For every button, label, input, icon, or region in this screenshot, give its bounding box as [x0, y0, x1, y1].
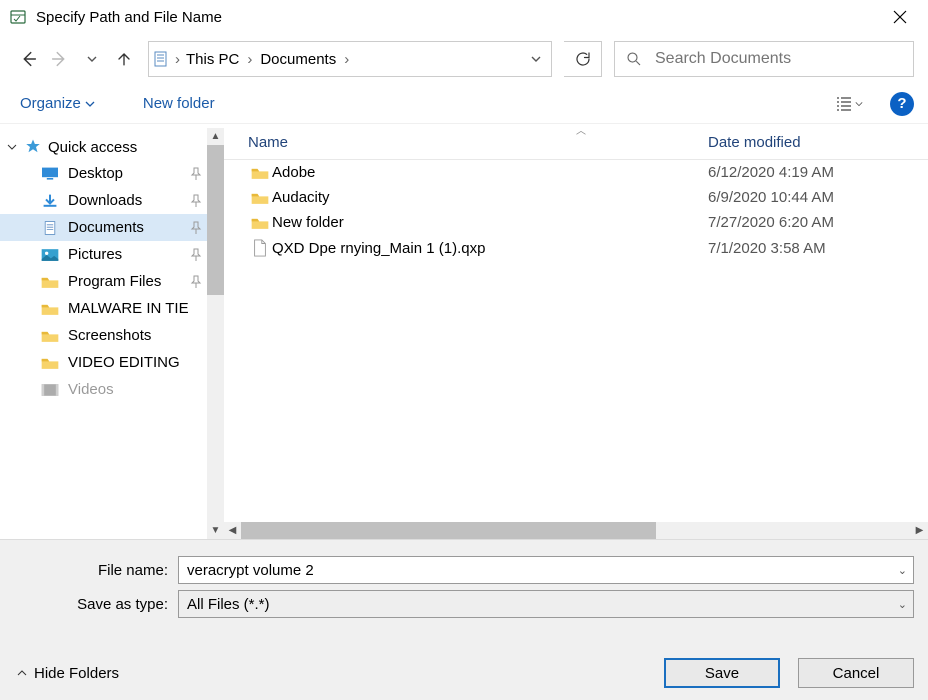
- organize-menu[interactable]: Organize: [14, 91, 101, 116]
- tree-item[interactable]: Desktop: [0, 160, 224, 187]
- sort-asc-icon: ︿: [576, 122, 586, 137]
- tree-item-label: Desktop: [68, 165, 123, 182]
- tree-item-label: Program Files: [68, 273, 161, 290]
- address-bar[interactable]: › This PC › Documents ›: [148, 41, 552, 77]
- folder-icon: [248, 215, 272, 231]
- refresh-button[interactable]: [564, 41, 602, 77]
- tree-item-label: MALWARE IN TIE: [68, 300, 189, 317]
- file-name: QXD Dpe rnying_Main 1 (1).qxp: [272, 240, 708, 257]
- view-options-button[interactable]: [826, 95, 872, 113]
- cancel-button[interactable]: Cancel: [798, 658, 914, 688]
- chevron-right-icon[interactable]: ›: [173, 51, 182, 68]
- file-name: Audacity: [272, 189, 708, 206]
- pin-icon: [190, 248, 202, 262]
- chevron-right-icon[interactable]: ›: [342, 51, 351, 68]
- scroll-up-icon[interactable]: ▲: [207, 128, 224, 145]
- save-button[interactable]: Save: [664, 658, 780, 688]
- file-date: 7/27/2020 6:20 AM: [708, 214, 928, 231]
- tree-item-label: Downloads: [68, 192, 142, 209]
- scroll-right-icon[interactable]: ▶: [911, 525, 928, 536]
- filename-label: File name:: [14, 562, 178, 579]
- chevron-down-icon: [6, 141, 18, 153]
- file-row[interactable]: New folder7/27/2020 6:20 AM: [224, 210, 928, 235]
- file-date: 7/1/2020 3:58 AM: [708, 240, 928, 257]
- pin-icon: [190, 167, 202, 181]
- hide-folders-toggle[interactable]: Hide Folders: [14, 665, 664, 682]
- folder-icon: [40, 274, 60, 290]
- navigation-tree[interactable]: Quick access Desktop Downloads Documents Pi…: [0, 124, 224, 539]
- pin-icon: [190, 275, 202, 289]
- breadcrumb-this-pc[interactable]: This PC: [182, 49, 243, 70]
- file-name: Adobe: [272, 164, 708, 181]
- scroll-thumb[interactable]: [207, 145, 224, 295]
- chevron-right-icon[interactable]: ›: [245, 51, 254, 68]
- tree-item[interactable]: Screenshots: [0, 322, 224, 349]
- video-icon: [40, 382, 60, 398]
- pin-icon: [190, 221, 202, 235]
- pin-icon: [190, 194, 202, 208]
- pictures-icon: [40, 247, 60, 263]
- scroll-left-icon[interactable]: ◀: [224, 525, 241, 536]
- forward-button[interactable]: [46, 45, 74, 73]
- file-date: 6/9/2020 10:44 AM: [708, 189, 928, 206]
- tree-item[interactable]: Pictures: [0, 241, 224, 268]
- filetype-label: Save as type:: [14, 596, 178, 613]
- folder-icon: [248, 165, 272, 181]
- tree-item[interactable]: Documents: [0, 214, 224, 241]
- location-icon: [149, 50, 173, 68]
- quick-access-header[interactable]: Quick access: [0, 134, 224, 160]
- file-row[interactable]: Adobe6/12/2020 4:19 AM: [224, 160, 928, 185]
- tree-item[interactable]: Program Files: [0, 268, 224, 295]
- tree-item-label: Pictures: [68, 246, 122, 263]
- close-button[interactable]: [880, 2, 920, 32]
- folder-icon: [40, 355, 60, 371]
- up-button[interactable]: [110, 45, 138, 73]
- file-name: New folder: [272, 214, 708, 231]
- tree-item[interactable]: Videos: [0, 376, 224, 403]
- breadcrumb-documents[interactable]: Documents: [256, 49, 340, 70]
- chevron-down-icon[interactable]: ⌄: [898, 598, 907, 611]
- scroll-thumb[interactable]: [241, 522, 656, 539]
- filetype-select[interactable]: All Files (*.*) ⌄: [178, 590, 914, 618]
- monitor-icon: [40, 166, 60, 182]
- new-folder-button[interactable]: New folder: [137, 91, 221, 116]
- document-icon: [40, 220, 60, 236]
- recent-locations-button[interactable]: [78, 45, 106, 73]
- search-field[interactable]: [653, 49, 903, 69]
- tree-item[interactable]: VIDEO EDITING: [0, 349, 224, 376]
- file-row[interactable]: QXD Dpe rnying_Main 1 (1).qxp7/1/2020 3:…: [224, 235, 928, 261]
- file-list[interactable]: Adobe6/12/2020 4:19 AMAudacity6/9/2020 1…: [224, 160, 928, 522]
- search-input[interactable]: [614, 41, 914, 77]
- help-button[interactable]: ?: [890, 92, 914, 116]
- tree-item-label: VIDEO EDITING: [68, 354, 180, 371]
- filename-input[interactable]: veracrypt volume 2 ⌄: [178, 556, 914, 584]
- file-row[interactable]: Audacity6/9/2020 10:44 AM: [224, 185, 928, 210]
- column-header-date[interactable]: Date modified: [708, 134, 928, 151]
- tree-item[interactable]: MALWARE IN TIE: [0, 295, 224, 322]
- star-icon: [24, 138, 42, 156]
- column-header-name[interactable]: ︿ Name: [248, 134, 708, 151]
- address-dropdown[interactable]: [521, 53, 551, 65]
- tree-scrollbar[interactable]: ▲ ▼: [207, 128, 224, 539]
- chevron-up-icon: [16, 667, 28, 679]
- folder-icon: [40, 328, 60, 344]
- folder-icon: [40, 301, 60, 317]
- tree-item[interactable]: Downloads: [0, 187, 224, 214]
- chevron-down-icon[interactable]: ⌄: [898, 564, 907, 577]
- app-icon: [8, 7, 28, 27]
- scroll-down-icon[interactable]: ▼: [207, 522, 224, 539]
- folder-icon: [248, 190, 272, 206]
- tree-item-label: Screenshots: [68, 327, 151, 344]
- tree-item-label: Documents: [68, 219, 144, 236]
- back-button[interactable]: [14, 45, 42, 73]
- file-date: 6/12/2020 4:19 AM: [708, 164, 928, 181]
- file-icon: [248, 239, 272, 257]
- window-title: Specify Path and File Name: [36, 9, 880, 26]
- tree-item-label: Videos: [68, 381, 114, 398]
- download-icon: [40, 193, 60, 209]
- horizontal-scrollbar[interactable]: ◀ ▶: [224, 522, 928, 539]
- search-icon: [625, 50, 643, 68]
